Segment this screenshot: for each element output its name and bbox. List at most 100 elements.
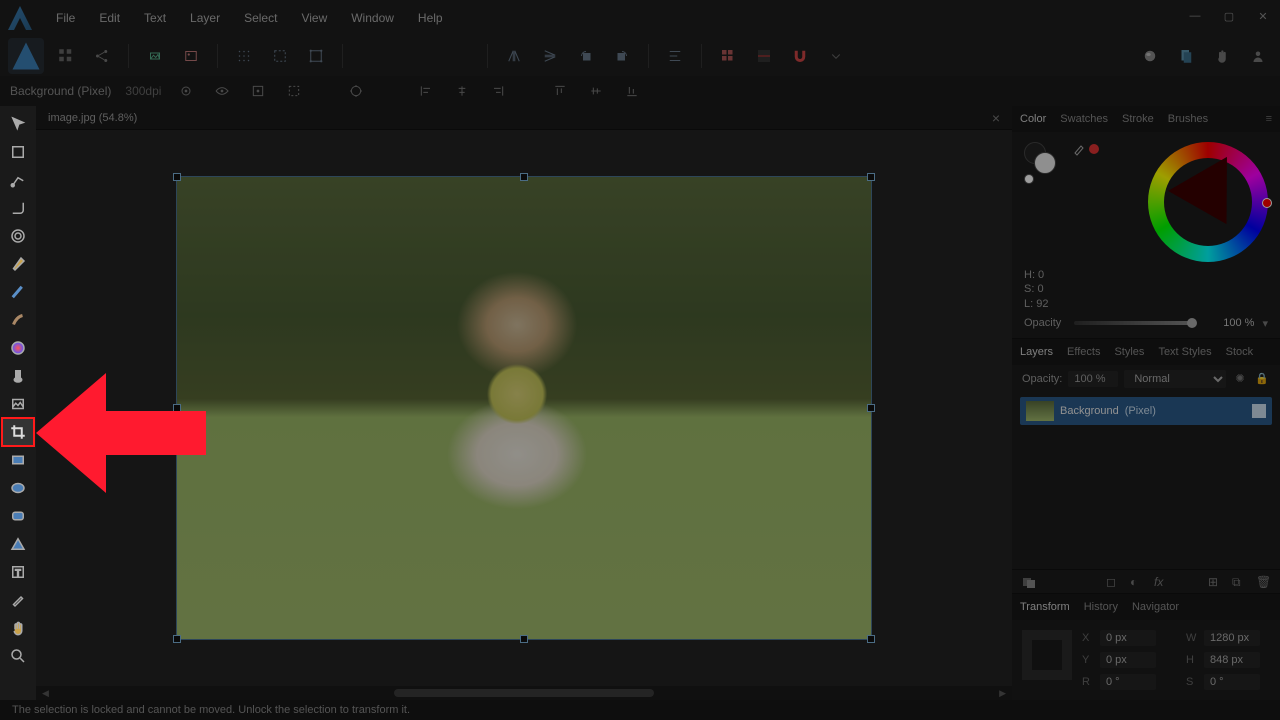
transform-r1[interactable]: 0 °: [1100, 674, 1156, 690]
layer-lock-indicator-icon[interactable]: [1228, 404, 1242, 418]
mask-icon[interactable]: ◻: [1106, 575, 1120, 589]
magnet-icon[interactable]: [786, 42, 814, 70]
layer-item[interactable]: Background (Pixel): [1020, 397, 1272, 425]
color-swatch-pair[interactable]: [1024, 142, 1066, 184]
fill-tool-icon[interactable]: [2, 334, 34, 362]
duplicate-layer-icon[interactable]: ⧉: [1232, 575, 1246, 589]
selection-handle[interactable]: [867, 173, 875, 181]
menu-edit[interactable]: Edit: [87, 0, 132, 36]
align-center-v-icon[interactable]: [585, 80, 607, 102]
spiral-tool-icon[interactable]: [2, 222, 34, 250]
align-right-icon[interactable]: [487, 80, 509, 102]
place-image-tool-icon[interactable]: [2, 390, 34, 418]
align-icon[interactable]: [661, 42, 689, 70]
hand-icon[interactable]: [1208, 42, 1236, 70]
persona-designer-icon[interactable]: [8, 38, 44, 74]
menu-file[interactable]: File: [44, 0, 87, 36]
flip-vertical-icon[interactable]: [536, 42, 564, 70]
opacity-value[interactable]: 100 %: [1202, 317, 1254, 329]
tab-transform[interactable]: Transform: [1020, 601, 1070, 613]
add-layer-icon[interactable]: ⊞: [1208, 575, 1222, 589]
opacity-slider[interactable]: [1074, 321, 1194, 325]
rotate-right-icon[interactable]: [608, 42, 636, 70]
tab-navigator[interactable]: Navigator: [1132, 601, 1179, 613]
align-bottom-icon[interactable]: [621, 80, 643, 102]
docs-icon[interactable]: [1172, 42, 1200, 70]
transform-y[interactable]: 0 px: [1100, 652, 1156, 668]
layer-visibility-checkbox[interactable]: [1252, 404, 1266, 418]
layer-fx-icon[interactable]: ✺: [1232, 371, 1248, 387]
fx-icon[interactable]: fx: [1154, 575, 1168, 589]
maximize-button[interactable]: ▢: [1212, 0, 1246, 32]
transform-origin-icon[interactable]: [247, 80, 269, 102]
lock-children-icon[interactable]: [175, 80, 197, 102]
arrange-icon[interactable]: [52, 42, 80, 70]
flip-horizontal-icon[interactable]: [500, 42, 528, 70]
selection-handle[interactable]: [867, 635, 875, 643]
cycle-select-icon[interactable]: [283, 80, 305, 102]
move-tool-icon[interactable]: [2, 110, 34, 138]
layer-lock-icon[interactable]: 🔒: [1254, 371, 1270, 387]
selection-handle[interactable]: [520, 635, 528, 643]
node-tool-icon[interactable]: [2, 166, 34, 194]
eyedropper-tool-icon[interactable]: [2, 586, 34, 614]
transform-x[interactable]: 0 px: [1100, 630, 1156, 646]
crop-tool-icon[interactable]: [2, 418, 34, 446]
insert-image-icon[interactable]: [177, 42, 205, 70]
snap-grid-icon[interactable]: [714, 42, 742, 70]
selection-handle[interactable]: [520, 173, 528, 181]
ellipse-tool-icon[interactable]: [2, 474, 34, 502]
pencil-tool-icon[interactable]: [2, 278, 34, 306]
document-tab[interactable]: image.jpg (54.8%) ×: [36, 106, 1012, 130]
selection-handle[interactable]: [173, 173, 181, 181]
sphere-icon[interactable]: [1136, 42, 1164, 70]
tab-color[interactable]: Color: [1020, 113, 1046, 125]
menu-window[interactable]: Window: [339, 0, 406, 36]
transform-anchor-widget[interactable]: [1022, 630, 1072, 680]
show-icon[interactable]: [211, 80, 233, 102]
scroll-right-icon[interactable]: ▶: [999, 688, 1006, 699]
grid-outline-icon[interactable]: [302, 42, 330, 70]
menu-text[interactable]: Text: [132, 0, 178, 36]
blend-mode-select[interactable]: Normal: [1124, 370, 1226, 388]
transform-h[interactable]: 848 px: [1204, 652, 1260, 668]
layers-opacity-value[interactable]: 100 %: [1068, 371, 1118, 387]
delete-layer-icon[interactable]: 🗑: [1256, 575, 1270, 589]
brush-tool-icon[interactable]: [2, 306, 34, 334]
color-dot-icon[interactable]: [1089, 144, 1099, 154]
tab-swatches[interactable]: Swatches: [1060, 113, 1108, 125]
opacity-dropdown-icon[interactable]: ▾: [1262, 317, 1268, 330]
menu-select[interactable]: Select: [232, 0, 289, 36]
align-center-h-icon[interactable]: [451, 80, 473, 102]
share-icon[interactable]: [88, 42, 116, 70]
align-left-icon[interactable]: [415, 80, 437, 102]
transform-w[interactable]: 1280 px: [1204, 630, 1260, 646]
transform-mode-icon[interactable]: [345, 80, 367, 102]
menu-view[interactable]: View: [289, 0, 339, 36]
grid-bounds-icon[interactable]: [266, 42, 294, 70]
tab-layers[interactable]: Layers: [1020, 346, 1053, 358]
selection-handle[interactable]: [867, 404, 875, 412]
tab-text-styles[interactable]: Text Styles: [1158, 346, 1211, 358]
tab-styles[interactable]: Styles: [1114, 346, 1144, 358]
layer-blend-icon[interactable]: [1022, 575, 1036, 589]
rectangle-tool-icon[interactable]: [2, 446, 34, 474]
dropdown-icon[interactable]: [822, 42, 850, 70]
canvas-h-scrollbar[interactable]: ◀ ▶: [36, 686, 1012, 700]
align-top-icon[interactable]: [549, 80, 571, 102]
adjustment-icon[interactable]: ◐: [1130, 575, 1144, 589]
user-icon[interactable]: [1244, 42, 1272, 70]
canvas-image[interactable]: [176, 176, 872, 640]
panel-menu-icon[interactable]: ≡: [1266, 113, 1272, 125]
rotate-left-icon[interactable]: [572, 42, 600, 70]
close-button[interactable]: ✕: [1246, 0, 1280, 32]
scrollbar-thumb[interactable]: [394, 689, 654, 697]
artboard-tool-icon[interactable]: [2, 138, 34, 166]
snap-toggle-icon[interactable]: [750, 42, 778, 70]
corner-tool-icon[interactable]: [2, 194, 34, 222]
grid-dots-icon[interactable]: [230, 42, 258, 70]
hand-tool-icon[interactable]: [2, 614, 34, 642]
triangle-tool-icon[interactable]: [2, 530, 34, 558]
selection-handle[interactable]: [173, 635, 181, 643]
menu-layer[interactable]: Layer: [178, 0, 232, 36]
